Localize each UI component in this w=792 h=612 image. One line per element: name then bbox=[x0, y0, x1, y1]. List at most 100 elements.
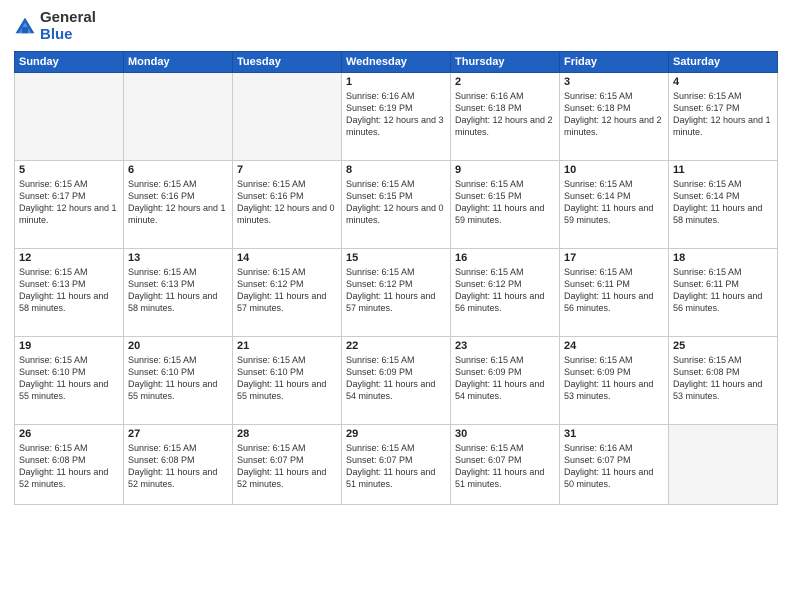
calendar-cell: 5 Sunrise: 6:15 AMSunset: 6:17 PMDaylight… bbox=[15, 161, 124, 249]
day-number: 31 bbox=[564, 428, 664, 440]
cell-text: Sunrise: 6:15 AMSunset: 6:16 PMDaylight:… bbox=[128, 178, 228, 227]
calendar-header-monday: Monday bbox=[124, 52, 233, 73]
day-number: 7 bbox=[237, 164, 337, 176]
calendar-cell: 12Sunrise: 6:15 AMSunset: 6:13 PMDayligh… bbox=[15, 249, 124, 337]
cell-text: Sunrise: 6:15 AMSunset: 6:07 PMDaylight:… bbox=[455, 442, 555, 491]
calendar-week-3: 19Sunrise: 6:15 AMSunset: 6:10 PMDayligh… bbox=[15, 337, 778, 425]
calendar-cell: 20 Sunrise: 6:15 AMSunset: 6:10 PMDayligh… bbox=[124, 337, 233, 425]
logo-text: General Blue bbox=[40, 10, 96, 43]
calendar-header-wednesday: Wednesday bbox=[342, 52, 451, 73]
day-number: 4 bbox=[673, 76, 773, 88]
calendar-cell bbox=[233, 73, 342, 161]
calendar-header-thursday: Thursday bbox=[451, 52, 560, 73]
header: General Blue bbox=[14, 10, 778, 43]
logo: General Blue bbox=[14, 10, 96, 43]
day-number: 2 bbox=[455, 76, 555, 88]
cell-text: Sunrise: 6:16 AMSunset: 6:07 PMDaylight:… bbox=[564, 442, 664, 491]
cell-text: Sunrise: 6:15 AMSunset: 6:16 PMDaylight:… bbox=[237, 178, 337, 227]
day-number: 23 bbox=[455, 340, 555, 352]
calendar-header-sunday: Sunday bbox=[15, 52, 124, 73]
cell-text: Sunrise: 6:15 AMSunset: 6:09 PMDaylight:… bbox=[455, 354, 555, 403]
calendar-cell: 29 Sunrise: 6:15 AMSunset: 6:07 PMDayligh… bbox=[342, 425, 451, 505]
calendar-cell: 11 Sunrise: 6:15 AMSunset: 6:14 PMDayligh… bbox=[669, 161, 778, 249]
day-number: 14 bbox=[237, 252, 337, 264]
calendar-cell: 14 Sunrise: 6:15 AMSunset: 6:12 PMDayligh… bbox=[233, 249, 342, 337]
calendar-cell: 19Sunrise: 6:15 AMSunset: 6:10 PMDayligh… bbox=[15, 337, 124, 425]
day-number: 28 bbox=[237, 428, 337, 440]
calendar-week-0: 1 Sunrise: 6:16 AMSunset: 6:19 PMDaylight… bbox=[15, 73, 778, 161]
cell-text: Sunrise: 6:15 AMSunset: 6:18 PMDaylight:… bbox=[564, 90, 664, 139]
calendar-cell: 3Sunrise: 6:15 AMSunset: 6:18 PMDaylight… bbox=[560, 73, 669, 161]
calendar-cell: 26 Sunrise: 6:15 AMSunset: 6:08 PMDayligh… bbox=[15, 425, 124, 505]
day-number: 9 bbox=[455, 164, 555, 176]
cell-text: Sunrise: 6:16 AMSunset: 6:19 PMDaylight:… bbox=[346, 90, 446, 139]
calendar-cell: 2 Sunrise: 6:16 AMSunset: 6:18 PMDaylight… bbox=[451, 73, 560, 161]
calendar-cell bbox=[124, 73, 233, 161]
calendar-week-1: 5 Sunrise: 6:15 AMSunset: 6:17 PMDaylight… bbox=[15, 161, 778, 249]
calendar-cell: 15 Sunrise: 6:15 AMSunset: 6:12 PMDayligh… bbox=[342, 249, 451, 337]
cell-text: Sunrise: 6:15 AMSunset: 6:12 PMDaylight:… bbox=[455, 266, 555, 315]
cell-text: Sunrise: 6:15 AMSunset: 6:13 PMDaylight:… bbox=[128, 266, 228, 315]
calendar-cell: 30 Sunrise: 6:15 AMSunset: 6:07 PMDayligh… bbox=[451, 425, 560, 505]
cell-text: Sunrise: 6:15 AMSunset: 6:17 PMDaylight:… bbox=[673, 90, 773, 139]
day-number: 11 bbox=[673, 164, 773, 176]
calendar-cell: 31 Sunrise: 6:16 AMSunset: 6:07 PMDayligh… bbox=[560, 425, 669, 505]
cell-text: Sunrise: 6:15 AMSunset: 6:10 PMDaylight:… bbox=[128, 354, 228, 403]
calendar-cell: 8Sunrise: 6:15 AMSunset: 6:15 PMDaylight… bbox=[342, 161, 451, 249]
calendar-cell: 7 Sunrise: 6:15 AMSunset: 6:16 PMDaylight… bbox=[233, 161, 342, 249]
day-number: 20 bbox=[128, 340, 228, 352]
cell-text: Sunrise: 6:15 AMSunset: 6:13 PMDaylight:… bbox=[19, 266, 119, 315]
cell-text: Sunrise: 6:15 AMSunset: 6:08 PMDaylight:… bbox=[673, 354, 773, 403]
logo-general: General bbox=[40, 9, 96, 26]
cell-text: Sunrise: 6:15 AMSunset: 6:14 PMDaylight:… bbox=[673, 178, 773, 227]
calendar-week-2: 12Sunrise: 6:15 AMSunset: 6:13 PMDayligh… bbox=[15, 249, 778, 337]
calendar-cell: 27 Sunrise: 6:15 AMSunset: 6:08 PMDayligh… bbox=[124, 425, 233, 505]
day-number: 6 bbox=[128, 164, 228, 176]
cell-text: Sunrise: 6:15 AMSunset: 6:08 PMDaylight:… bbox=[128, 442, 228, 491]
calendar: SundayMondayTuesdayWednesdayThursdayFrid… bbox=[14, 51, 778, 505]
cell-text: Sunrise: 6:15 AMSunset: 6:15 PMDaylight:… bbox=[455, 178, 555, 227]
logo-blue: Blue bbox=[40, 26, 73, 43]
calendar-header-saturday: Saturday bbox=[669, 52, 778, 73]
day-number: 24 bbox=[564, 340, 664, 352]
cell-text: Sunrise: 6:15 AMSunset: 6:14 PMDaylight:… bbox=[564, 178, 664, 227]
cell-text: Sunrise: 6:15 AMSunset: 6:07 PMDaylight:… bbox=[346, 442, 446, 491]
cell-text: Sunrise: 6:15 AMSunset: 6:07 PMDaylight:… bbox=[237, 442, 337, 491]
logo-icon bbox=[14, 16, 36, 38]
day-number: 26 bbox=[19, 428, 119, 440]
cell-text: Sunrise: 6:15 AMSunset: 6:09 PMDaylight:… bbox=[564, 354, 664, 403]
day-number: 17 bbox=[564, 252, 664, 264]
day-number: 27 bbox=[128, 428, 228, 440]
calendar-header-friday: Friday bbox=[560, 52, 669, 73]
calendar-cell: 6 Sunrise: 6:15 AMSunset: 6:16 PMDaylight… bbox=[124, 161, 233, 249]
cell-text: Sunrise: 6:15 AMSunset: 6:12 PMDaylight:… bbox=[346, 266, 446, 315]
day-number: 30 bbox=[455, 428, 555, 440]
page: General Blue SundayMondayTuesdayWednesda… bbox=[0, 0, 792, 612]
day-number: 22 bbox=[346, 340, 446, 352]
calendar-cell bbox=[669, 425, 778, 505]
cell-text: Sunrise: 6:15 AMSunset: 6:11 PMDaylight:… bbox=[673, 266, 773, 315]
day-number: 15 bbox=[346, 252, 446, 264]
cell-text: Sunrise: 6:15 AMSunset: 6:17 PMDaylight:… bbox=[19, 178, 119, 227]
calendar-cell bbox=[15, 73, 124, 161]
calendar-cell: 4 Sunrise: 6:15 AMSunset: 6:17 PMDaylight… bbox=[669, 73, 778, 161]
day-number: 1 bbox=[346, 76, 446, 88]
calendar-cell: 16Sunrise: 6:15 AMSunset: 6:12 PMDayligh… bbox=[451, 249, 560, 337]
cell-text: Sunrise: 6:16 AMSunset: 6:18 PMDaylight:… bbox=[455, 90, 555, 139]
calendar-cell: 22 Sunrise: 6:15 AMSunset: 6:09 PMDayligh… bbox=[342, 337, 451, 425]
day-number: 13 bbox=[128, 252, 228, 264]
day-number: 8 bbox=[346, 164, 446, 176]
cell-text: Sunrise: 6:15 AMSunset: 6:08 PMDaylight:… bbox=[19, 442, 119, 491]
calendar-cell: 23 Sunrise: 6:15 AMSunset: 6:09 PMDayligh… bbox=[451, 337, 560, 425]
cell-text: Sunrise: 6:15 AMSunset: 6:12 PMDaylight:… bbox=[237, 266, 337, 315]
calendar-cell: 9 Sunrise: 6:15 AMSunset: 6:15 PMDaylight… bbox=[451, 161, 560, 249]
calendar-cell: 24 Sunrise: 6:15 AMSunset: 6:09 PMDayligh… bbox=[560, 337, 669, 425]
cell-text: Sunrise: 6:15 AMSunset: 6:09 PMDaylight:… bbox=[346, 354, 446, 403]
calendar-header-row: SundayMondayTuesdayWednesdayThursdayFrid… bbox=[15, 52, 778, 73]
calendar-cell: 1 Sunrise: 6:16 AMSunset: 6:19 PMDaylight… bbox=[342, 73, 451, 161]
day-number: 5 bbox=[19, 164, 119, 176]
day-number: 21 bbox=[237, 340, 337, 352]
calendar-cell: 28 Sunrise: 6:15 AMSunset: 6:07 PMDayligh… bbox=[233, 425, 342, 505]
calendar-cell: 18Sunrise: 6:15 AMSunset: 6:11 PMDayligh… bbox=[669, 249, 778, 337]
day-number: 29 bbox=[346, 428, 446, 440]
